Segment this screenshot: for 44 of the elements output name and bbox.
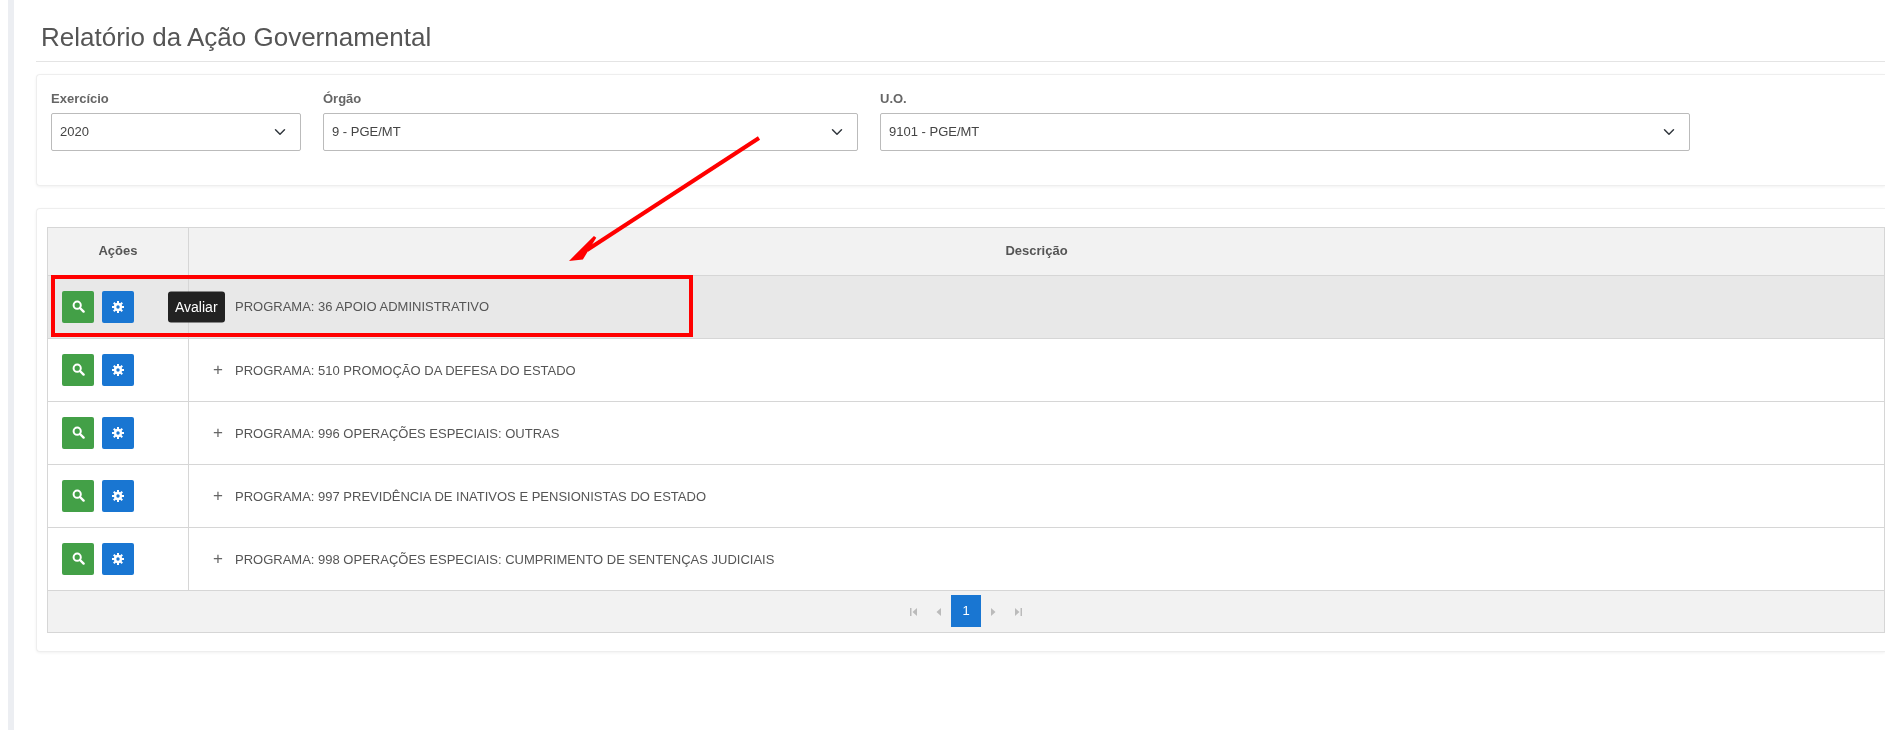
expand-toggle[interactable]: +	[213, 419, 235, 446]
gear-icon	[112, 426, 124, 439]
gear-icon	[112, 489, 124, 502]
expand-toggle[interactable]: +	[213, 545, 235, 572]
row-description: PROGRAMA: 996 OPERAÇÕES ESPECIAIS: OUTRAS	[235, 425, 560, 441]
search-icon	[71, 552, 85, 566]
search-icon	[71, 363, 85, 377]
column-header: Ações	[47, 227, 189, 276]
search-icon	[71, 489, 85, 503]
select-field[interactable]: 9101 - PGE/MT	[880, 112, 1690, 151]
next-page-icon	[989, 607, 997, 617]
expand-toggle[interactable]: +	[213, 356, 235, 383]
row-description: PROGRAMA: 510 PROMOÇÃO DA DEFESA DO ESTADO	[235, 362, 576, 378]
search-button[interactable]	[62, 416, 94, 449]
search-button[interactable]	[62, 479, 94, 512]
previous-page-icon	[935, 607, 943, 617]
settings-button[interactable]	[102, 290, 134, 323]
search-icon	[71, 300, 85, 314]
field-label: U.O.	[880, 90, 908, 109]
page-button[interactable]: 1	[951, 595, 981, 628]
settings-button[interactable]	[102, 542, 134, 575]
search-icon	[71, 426, 85, 440]
settings-button[interactable]	[102, 353, 134, 386]
column-header: Descrição	[188, 227, 1885, 276]
select-field[interactable]: 2020	[51, 112, 301, 151]
page-title: Relatório da Ação Governamental	[41, 22, 433, 54]
row-description: PROGRAMA: 36 APOIO ADMINISTRATIVO	[235, 298, 490, 314]
settings-button[interactable]	[102, 479, 134, 512]
gear-icon	[112, 300, 124, 313]
search-button[interactable]	[62, 542, 94, 575]
settings-button[interactable]	[102, 416, 134, 449]
row-description: PROGRAMA: 997 PREVIDÊNCIA DE INATIVOS E PENSIONISTAS DO ESTADO	[235, 488, 706, 504]
gear-icon	[112, 363, 124, 376]
gear-icon	[112, 552, 124, 565]
expand-toggle[interactable]: +	[213, 482, 235, 509]
search-button[interactable]	[62, 290, 94, 323]
field-label: Exercício	[51, 90, 110, 109]
first-page-icon	[909, 607, 919, 617]
last-page-icon	[1013, 607, 1023, 617]
select-field[interactable]: 9 - PGE/MT	[323, 112, 858, 151]
tooltip: Avaliar	[168, 291, 225, 323]
field-label: Órgão	[323, 90, 363, 109]
search-button[interactable]	[62, 353, 94, 386]
row-description: PROGRAMA: 998 OPERAÇÕES ESPECIAIS: CUMPRIMENTO DE SENTENÇAS JUDICIAIS	[235, 551, 775, 567]
